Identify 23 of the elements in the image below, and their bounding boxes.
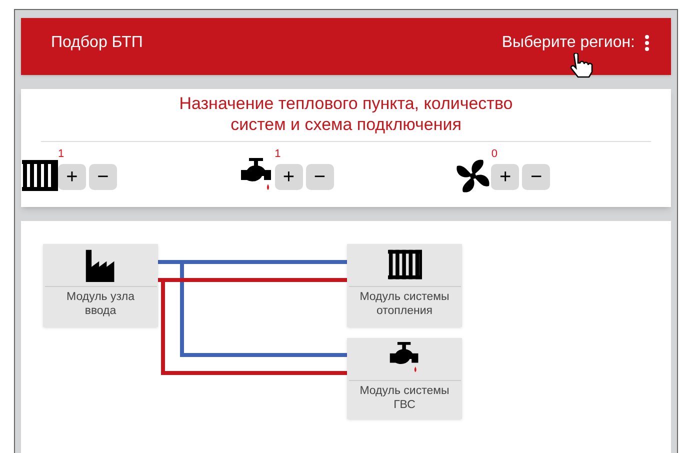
module-node[interactable]: Модуль системы отопления — [347, 244, 462, 327]
radiator-icon — [388, 248, 422, 282]
region-label[interactable]: Выберите регион: — [502, 30, 635, 54]
more-icon[interactable] — [645, 34, 649, 50]
hand-cursor-icon — [568, 53, 594, 79]
purpose-title: Назначение теплового пункта, количество систем и схема подключения — [178, 93, 514, 135]
count-value: 1 — [274, 148, 282, 161]
module-node[interactable]: Модуль узла ввода — [43, 244, 158, 327]
radiator-icon — [22, 158, 58, 194]
increment-button[interactable]: + — [274, 164, 303, 190]
module-label: Модуль системы отопления — [358, 290, 450, 318]
decrement-button[interactable]: − — [522, 164, 550, 190]
decrement-button[interactable]: − — [89, 164, 117, 190]
count-value: 1 — [58, 148, 66, 161]
module-node[interactable]: Модуль системы ГВС — [347, 338, 462, 419]
module-label: Модуль системы ГВС — [358, 384, 450, 412]
app-title: Подбор БТП — [51, 32, 143, 52]
increment-button[interactable]: + — [58, 164, 86, 190]
fan-icon — [455, 158, 492, 194]
module-label: Модуль узла ввода — [66, 290, 136, 318]
increment-button[interactable]: + — [491, 164, 520, 190]
count-value: 0 — [491, 148, 498, 161]
decrement-button[interactable]: − — [306, 164, 334, 190]
